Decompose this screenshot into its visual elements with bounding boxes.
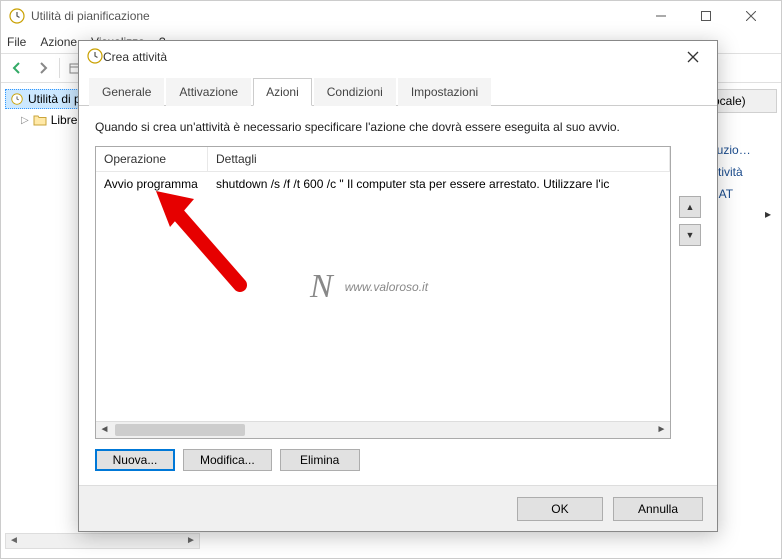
table-header: Operazione Dettagli <box>96 147 670 172</box>
back-button[interactable] <box>5 56 29 80</box>
action-buttons-row: Nuova... Modifica... Elimina <box>95 449 701 471</box>
move-down-button[interactable]: ▼ <box>679 224 701 246</box>
create-task-dialog: Crea attività Generale Attivazione Azion… <box>78 40 718 532</box>
tree-expand-icon[interactable]: ▷ <box>21 115 29 126</box>
scroll-track[interactable] <box>247 422 653 438</box>
col-details[interactable]: Dettagli <box>208 147 670 171</box>
table-hscrollbar[interactable]: ◄ ► <box>96 421 670 438</box>
reorder-buttons: ▲ ▼ <box>679 146 701 439</box>
window-controls <box>638 1 773 31</box>
scroll-right-icon[interactable]: ► <box>183 534 199 548</box>
menu-azione[interactable]: Azione <box>40 35 77 49</box>
forward-button[interactable] <box>31 56 55 80</box>
cancel-button[interactable]: Annulla <box>613 497 703 521</box>
dialog-title: Crea attività <box>103 50 677 64</box>
dialog-footer: OK Annulla <box>79 485 717 531</box>
tab-impostazioni[interactable]: Impostazioni <box>398 78 491 106</box>
scroll-left-icon[interactable]: ◄ <box>96 422 113 438</box>
action-area: Operazione Dettagli Avvio programma shut… <box>95 146 701 439</box>
scroll-right-icon[interactable]: ► <box>653 422 670 438</box>
scroll-left-icon[interactable]: ◄ <box>6 534 22 548</box>
dialog-body: Quando si crea un'attività è necessario … <box>79 106 717 485</box>
dialog-icon <box>87 48 103 67</box>
toolbar-separator <box>59 58 60 78</box>
menu-file[interactable]: File <box>7 35 26 49</box>
actions-table[interactable]: Operazione Dettagli Avvio programma shut… <box>95 146 671 439</box>
maximize-button[interactable] <box>683 1 728 31</box>
tab-azioni[interactable]: Azioni <box>253 78 312 106</box>
cell-details: shutdown /s /f /t 600 /c " Il computer s… <box>208 172 670 196</box>
minimize-button[interactable] <box>638 1 683 31</box>
scroll-thumb[interactable] <box>115 424 245 436</box>
tab-condizioni[interactable]: Condizioni <box>314 78 396 106</box>
tab-strip: Generale Attivazione Azioni Condizioni I… <box>79 73 717 106</box>
dialog-close-button[interactable] <box>677 41 709 73</box>
main-title: Utilità di pianificazione <box>31 9 638 23</box>
move-up-button[interactable]: ▲ <box>679 196 701 218</box>
table-row[interactable]: Avvio programma shutdown /s /f /t 600 /c… <box>96 172 670 196</box>
col-operation[interactable]: Operazione <box>96 147 208 171</box>
scroll-thumb[interactable] <box>22 534 183 548</box>
tab-attivazione[interactable]: Attivazione <box>166 78 251 106</box>
scheduler-icon <box>10 92 24 106</box>
dialog-title-bar: Crea attività <box>79 41 717 73</box>
ok-button[interactable]: OK <box>517 497 603 521</box>
edit-button[interactable]: Modifica... <box>183 449 272 471</box>
tab-generale[interactable]: Generale <box>89 78 164 106</box>
instruction-text: Quando si crea un'attività è necessario … <box>95 120 701 134</box>
main-title-bar: Utilità di pianificazione <box>1 1 781 31</box>
new-button[interactable]: Nuova... <box>95 449 175 471</box>
app-icon <box>9 8 25 24</box>
delete-button[interactable]: Elimina <box>280 449 360 471</box>
tree-hscrollbar[interactable]: ◄ ► <box>5 532 200 550</box>
close-button[interactable] <box>728 1 773 31</box>
cell-operation: Avvio programma <box>96 172 208 196</box>
folder-icon <box>33 113 47 127</box>
